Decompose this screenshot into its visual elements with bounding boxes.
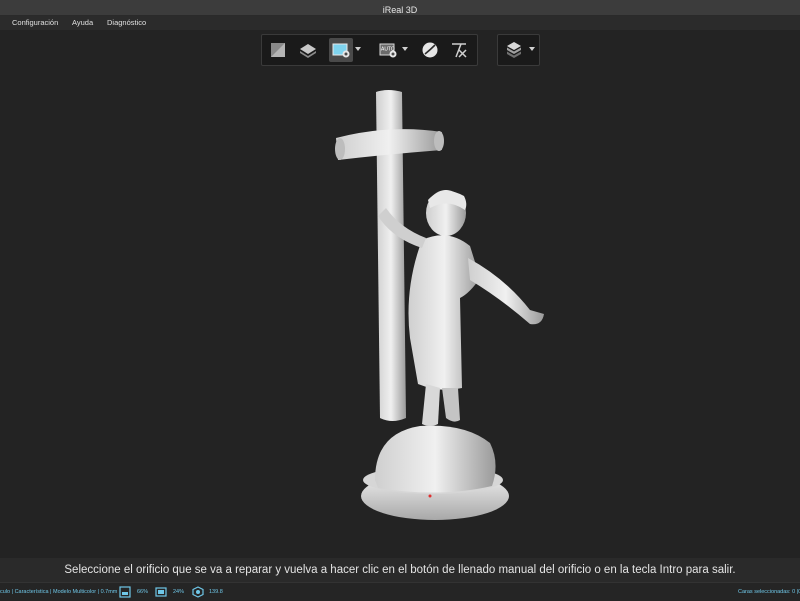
auto-fill-dropdown-icon[interactable] bbox=[402, 47, 408, 51]
menu-diagnostico[interactable]: Diagnóstico bbox=[107, 16, 146, 30]
instruction-bar: Seleccione el orificio que se va a repar… bbox=[0, 558, 800, 582]
gpu-usage-value: 24% bbox=[173, 589, 185, 595]
edit-toolbar: AUTO bbox=[261, 34, 478, 66]
menu-ayuda[interactable]: Ayuda bbox=[72, 16, 93, 30]
speed-value: 139.8 bbox=[209, 589, 223, 595]
smooth-tool-button[interactable] bbox=[418, 38, 442, 62]
memory-usage-value: 66% bbox=[137, 589, 149, 595]
menu-bar: Configuración Ayuda Diagnóstico bbox=[0, 16, 800, 30]
view-mode-button[interactable] bbox=[502, 38, 526, 62]
stacked-layers-icon bbox=[507, 42, 521, 58]
title-bar: iReal 3D bbox=[0, 0, 800, 16]
selected-faces-text: Caras seleccionadas: 0 |0 bbox=[738, 589, 800, 595]
simplify-tool-button[interactable] bbox=[447, 38, 471, 62]
layers-tool-button[interactable] bbox=[296, 38, 320, 62]
menu-configuracion[interactable]: Configuración bbox=[12, 16, 58, 30]
flatten-tool-button[interactable] bbox=[266, 38, 290, 62]
status-bar: culo | Característica | Modelo Multicolo… bbox=[0, 582, 800, 601]
hole-fill-icon bbox=[332, 43, 350, 58]
flatten-icon bbox=[271, 43, 285, 57]
view-toolbar bbox=[497, 34, 540, 66]
gpu-icon bbox=[155, 587, 167, 597]
memory-icon bbox=[119, 586, 131, 598]
view-mode-dropdown-icon[interactable] bbox=[529, 47, 535, 51]
smooth-ball-icon bbox=[422, 42, 438, 58]
auto-hole-fill-button[interactable]: AUTO bbox=[376, 38, 400, 62]
simplify-icon bbox=[452, 43, 467, 58]
status-mode-text: culo | Característica | Modelo Multicolo… bbox=[0, 589, 118, 595]
auto-fill-icon: AUTO bbox=[379, 43, 397, 58]
window-title: iReal 3D bbox=[382, 5, 418, 15]
hole-fill-dropdown-icon[interactable] bbox=[355, 47, 361, 51]
manual-hole-fill-button[interactable] bbox=[329, 38, 353, 62]
scanned-statue-model[interactable] bbox=[330, 88, 550, 523]
instruction-text: Seleccione el orificio que se va a repar… bbox=[64, 564, 736, 576]
speed-icon bbox=[192, 586, 204, 598]
layers-icon bbox=[300, 44, 316, 58]
